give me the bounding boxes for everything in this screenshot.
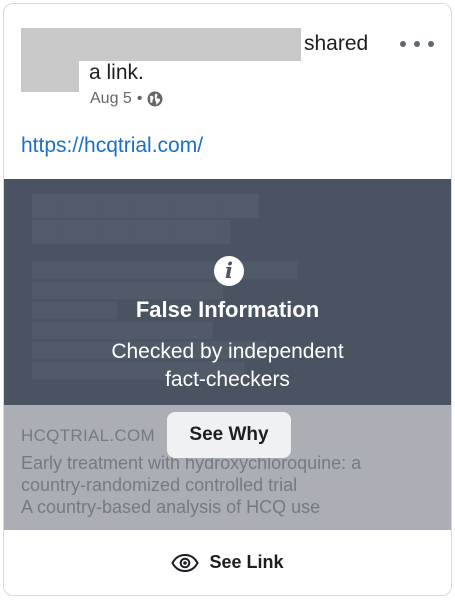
shared-text: shared: [304, 32, 369, 55]
meta-separator: •: [136, 90, 143, 107]
post-card: shared a link. Aug 5 • https://hcqtrial.…: [3, 3, 452, 596]
info-icon: i: [214, 256, 244, 286]
see-link-label: See Link: [209, 552, 284, 572]
false-information-overlay: i False Information Checked by independe…: [4, 179, 451, 530]
link-preview[interactable]: ████████████████ ██████████████ █████████…: [4, 179, 451, 530]
post-date[interactable]: Aug 5: [90, 90, 132, 108]
fact-check-subtitle: Checked by independent fact-checkers: [4, 338, 451, 394]
more-options-icon[interactable]: [400, 34, 434, 54]
see-why-button[interactable]: See Why: [167, 412, 291, 458]
post-meta: Aug 5 •: [90, 90, 163, 108]
false-information-title: False Information: [135, 297, 320, 322]
globe-icon[interactable]: [147, 91, 163, 107]
post-link-url[interactable]: https://hcqtrial.com/: [21, 134, 203, 158]
redacted-avatar: [21, 28, 79, 92]
fact-check-subtitle-line: Checked by independent: [111, 340, 344, 363]
eye-icon: [171, 553, 200, 572]
see-link-button[interactable]: See Link: [4, 530, 451, 595]
redacted-author-name: [79, 28, 301, 61]
fact-check-subtitle-line: fact-checkers: [165, 368, 290, 391]
link-text: a link.: [89, 61, 144, 84]
